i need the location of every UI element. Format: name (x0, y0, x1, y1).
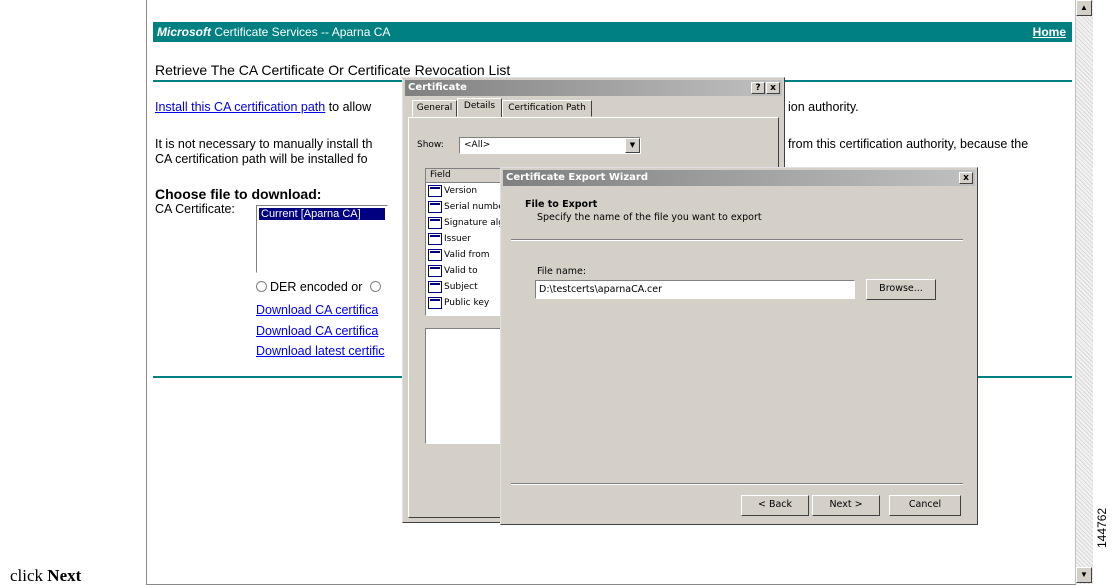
file-name-label: File name: (537, 266, 587, 277)
page-header-bar: Microsoft Certificate Services -- Aparna… (153, 22, 1072, 42)
header-title: Certificate Services -- Aparna CA (211, 25, 391, 39)
base64-radio-icon[interactable] (369, 281, 381, 292)
wizard-titlebar: Certificate Export Wizard x (503, 170, 975, 186)
page-title: Retrieve The CA Certificate Or Certifica… (155, 62, 511, 78)
certificate-field-icon (428, 185, 442, 197)
tab-details[interactable]: Details (457, 98, 502, 118)
field-row-label: Valid to (444, 266, 478, 276)
help-icon[interactable]: ? (751, 82, 765, 94)
choose-file-heading: Choose file to download: (155, 186, 322, 202)
next-button[interactable]: Next > (812, 495, 880, 516)
brand-name: Microsoft (157, 25, 211, 39)
field-row-label: Subject (444, 282, 478, 292)
ca-certificate-option-selected[interactable]: Current [Aparna CA] (259, 208, 385, 220)
cancel-button[interactable]: Cancel (889, 495, 961, 516)
file-name-input[interactable]: D:\testcerts\aparnaCA.cer (535, 280, 855, 299)
certificate-field-icon (428, 249, 442, 261)
certificate-dialog-titlebar: Certificate ? x (405, 80, 782, 96)
certificate-field-icon (428, 217, 442, 229)
info-paragraph-tail: from this certification authority, becau… (788, 137, 1029, 151)
der-encoded-label: DER encoded or (270, 280, 363, 294)
wizard-footer-divider (511, 483, 963, 485)
tab-general[interactable]: General (412, 100, 457, 117)
home-link[interactable]: Home (1033, 22, 1066, 42)
close-icon[interactable]: x (959, 172, 973, 184)
field-row-label: Serial numbe (444, 202, 504, 212)
ca-certificate-label: CA Certificate: (155, 202, 235, 216)
wizard-title: Certificate Export Wizard (506, 172, 649, 183)
show-label: Show: (417, 140, 444, 150)
scroll-up-icon[interactable]: ▲ (1076, 0, 1092, 16)
info-paragraph-line2: CA certification path will be installed … (155, 152, 368, 166)
chevron-down-icon[interactable]: ▼ (625, 138, 640, 153)
install-ca-path-link[interactable]: Install this CA certification path (155, 100, 325, 114)
show-select[interactable]: <All> ▼ (459, 137, 641, 154)
der-radio-icon[interactable] (256, 281, 267, 292)
certificate-field-icon (428, 297, 442, 309)
wizard-section-desc: Specify the name of the file you want to… (537, 212, 762, 223)
show-select-value: <All> (464, 140, 491, 150)
download-ca-cert-link[interactable]: Download CA certifica (256, 303, 378, 317)
certificate-dialog-title: Certificate (408, 82, 467, 93)
install-text: to allow (325, 100, 372, 114)
wizard-header-divider (511, 239, 963, 241)
browse-button[interactable]: Browse... (866, 279, 936, 300)
download-ca-chain-link[interactable]: Download CA certifica (256, 324, 378, 338)
close-icon[interactable]: x (766, 82, 780, 94)
download-crl-link[interactable]: Download latest certific (256, 344, 385, 358)
field-row-label: Issuer (444, 234, 471, 244)
field-row-label: Public key (444, 298, 490, 308)
info-paragraph-line1: It is not necessary to manually install … (155, 137, 373, 151)
certificate-field-icon (428, 233, 442, 245)
vertical-scrollbar[interactable]: ▲ ▼ (1075, 0, 1093, 584)
wizard-section-title: File to Export (525, 199, 598, 210)
back-button[interactable]: < Back (741, 495, 809, 516)
ca-certificate-listbox[interactable]: Current [Aparna CA] (256, 205, 388, 273)
scroll-down-icon[interactable]: ▼ (1076, 567, 1092, 583)
caption: click Next (10, 566, 81, 586)
export-wizard-dialog: Certificate Export Wizard x File to Expo… (500, 167, 978, 525)
figure-id: 144762 (1095, 507, 1109, 548)
encoding-row: DER encoded or (256, 280, 381, 294)
install-text-tail: ion authority. (788, 100, 859, 114)
field-row-label: Valid from (444, 250, 490, 260)
tab-certification-path[interactable]: Certification Path (502, 100, 592, 117)
certificate-field-icon (428, 265, 442, 277)
caption-prefix: click (10, 566, 48, 585)
certificate-field-icon (428, 201, 442, 213)
certificate-field-icon (428, 281, 442, 293)
caption-bold: Next (47, 566, 82, 585)
field-row-label: Signature alg (444, 218, 505, 228)
field-row-label: Version (444, 186, 478, 196)
